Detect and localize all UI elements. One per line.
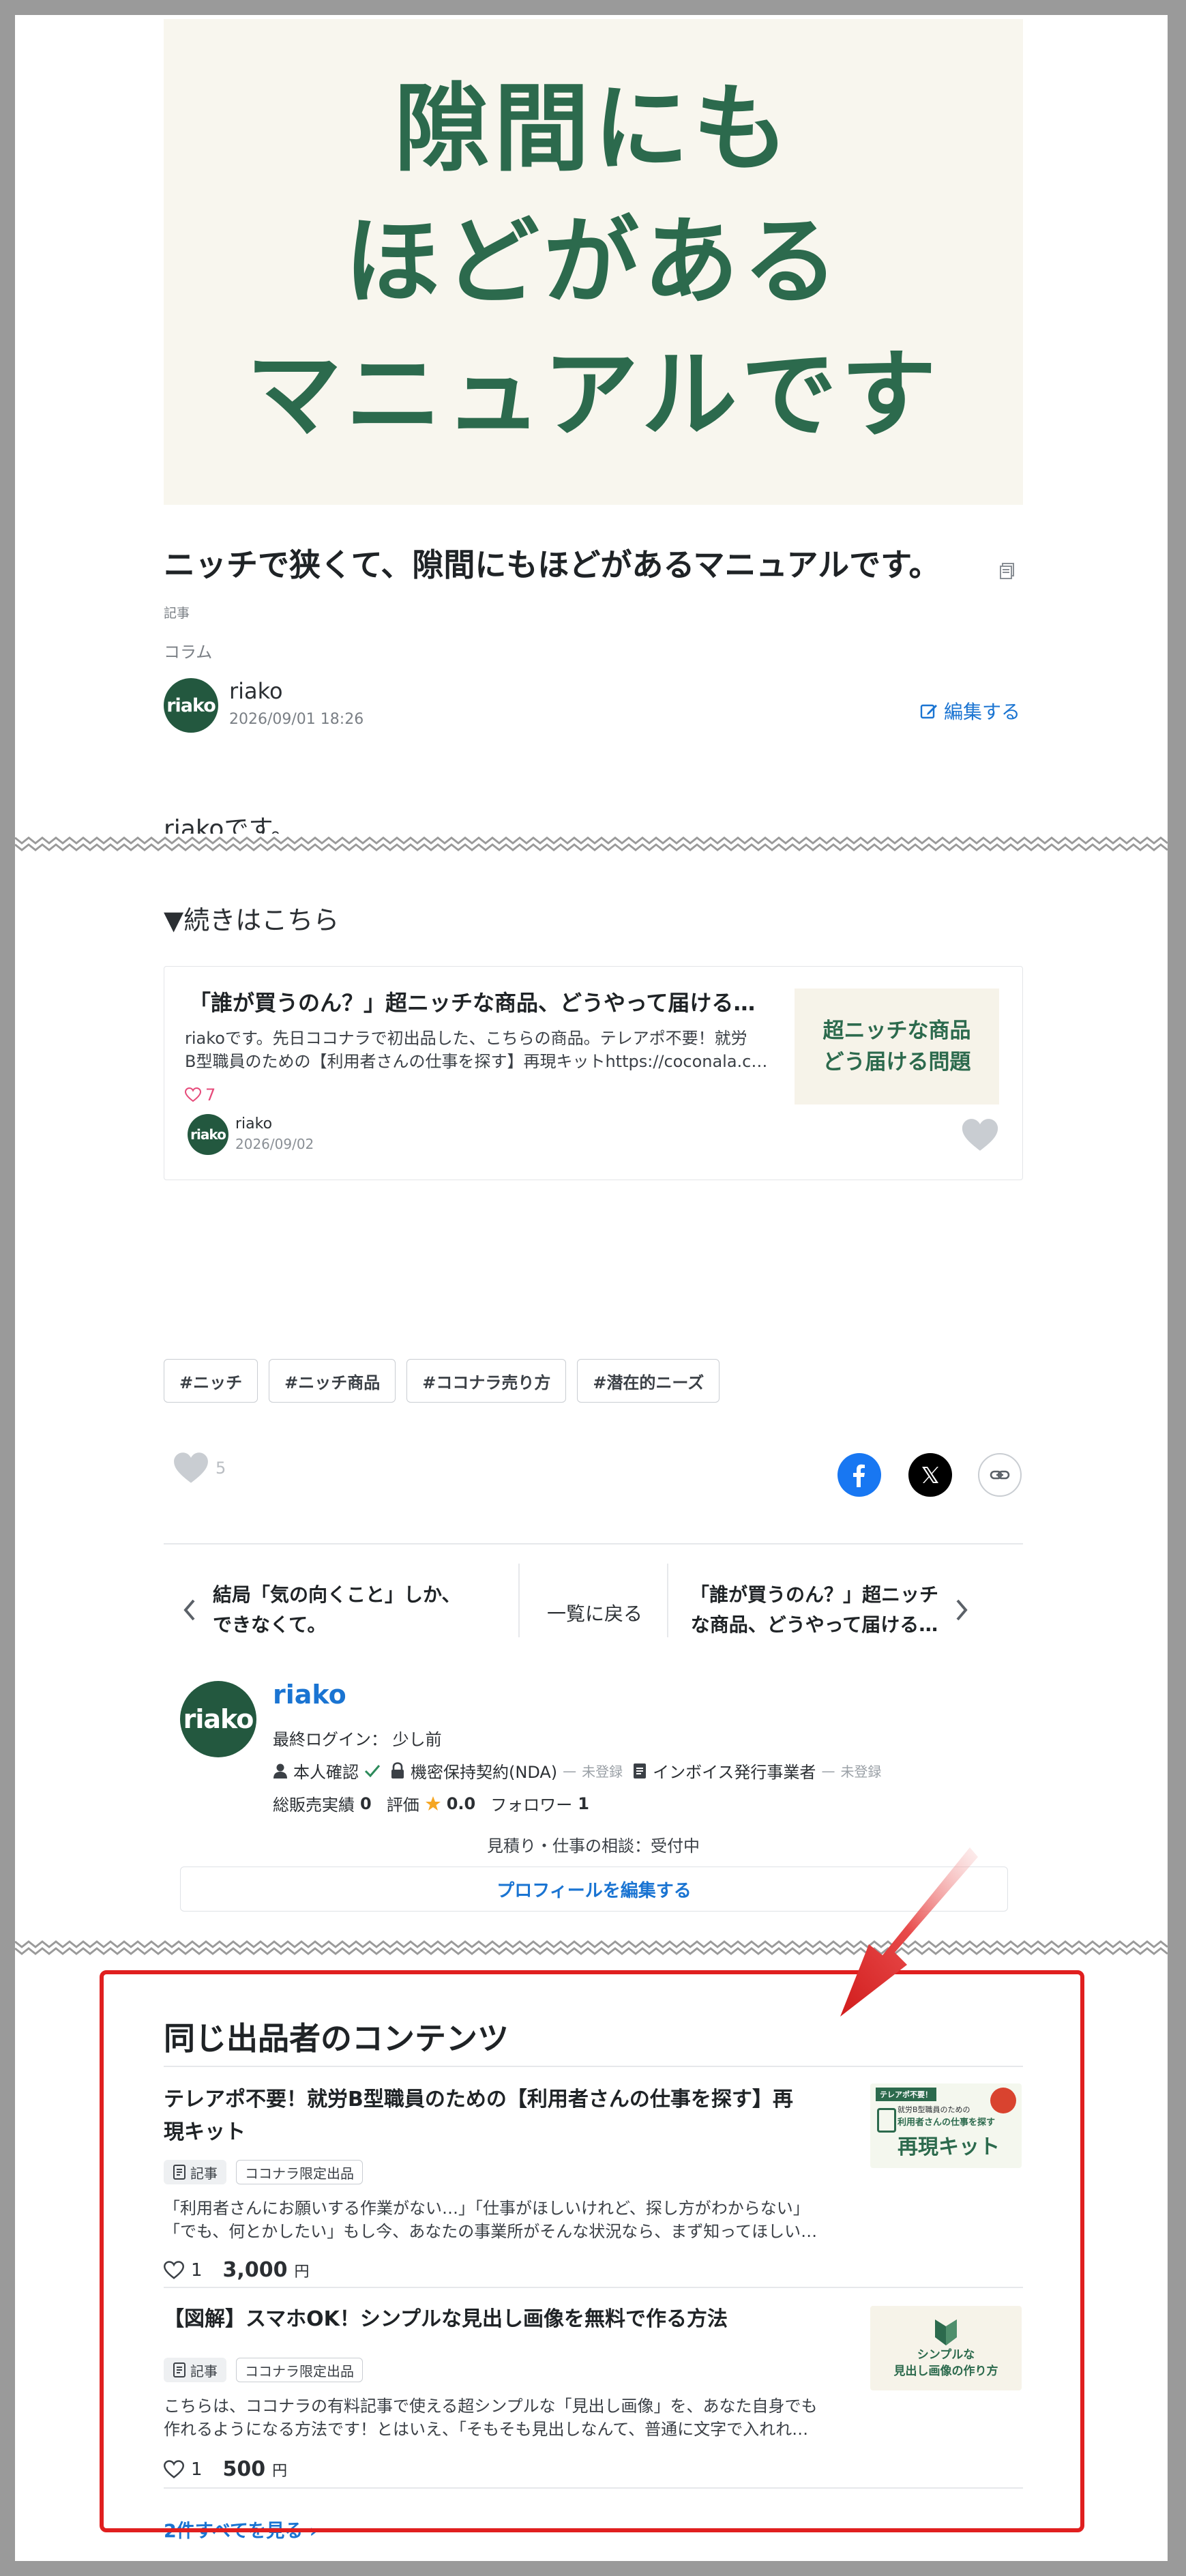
linked-article-card[interactable]: 「誰が買うのん？」超ニッチな商品、どうやって届ける… riakoです。先日ココナ… [164,966,1023,1180]
thumb-line: 超ニッチな商品 [822,1019,971,1043]
identity-label: 本人確認 [293,1763,359,1782]
profile-name[interactable]: riako [273,1680,346,1710]
highlight-box [100,1970,1084,2532]
back-to-list-link[interactable]: 一覧に戻る [547,1599,642,1626]
chevron-left-icon [183,1599,195,1621]
continue-label: ▼続きはこちら [164,905,340,935]
divider [164,1543,1023,1545]
tag-chip[interactable]: #潜在的ニーズ [577,1359,720,1403]
copy-icon[interactable] [997,561,1018,581]
lock-icon [391,1761,404,1779]
heart-outline-icon [185,1087,201,1102]
content-break-divider [15,834,1168,854]
person-icon [273,1763,287,1779]
edit-icon [920,704,937,719]
invoice-status: 未登録 [840,1763,882,1780]
sales-value: 0 [360,1794,372,1813]
card-likes-value: 7 [205,1085,216,1104]
card-author-avatar: riako [188,1114,228,1155]
invoice-label: インボイス発行事業者 [653,1763,816,1782]
profile-avatar[interactable]: riako [180,1681,256,1757]
nav-divider [667,1564,668,1637]
rating-label: 評価 [386,1796,419,1815]
article-category[interactable]: コラム [164,639,212,662]
last-login-value: 少し前 [392,1730,442,1749]
tag-chip[interactable]: #ニッチ [164,1359,258,1403]
nda-status: 未登録 [582,1763,623,1780]
page: 隙間にも ほどがある マニュアルです ニッチで狭くて、隙間にもほどがあるマニュア… [15,15,1168,2561]
star-icon [425,1796,441,1811]
tag-list: #ニッチ #ニッチ商品 #ココナラ売り方 #潜在的ニーズ [164,1359,720,1403]
hero-image: 隙間にも ほどがある マニュアルです [164,19,1023,505]
card-like-count: 7 [185,1085,216,1104]
article-title: ニッチで狭くて、隙間にもほどがあるマニュアルです。 [164,546,940,583]
facebook-share-button[interactable] [837,1453,881,1497]
chevron-right-icon [956,1599,968,1621]
link-icon [990,1470,1010,1480]
heart-icon [174,1452,208,1483]
card-thumbnail: 超ニッチな商品 どう届ける問題 [795,989,999,1104]
tag-chip[interactable]: #ココナラ売り方 [406,1359,567,1403]
like-button[interactable]: 5 [173,1452,226,1484]
card-title: 「誰が買うのん？」超ニッチな商品、どうやって届ける… [189,990,756,1016]
document-icon [634,1763,647,1779]
hero-line: 隙間にも [394,73,792,185]
card-description: riakoです。先日ココナラで初出品した、こちらの商品。テレアポ不要！就労 B型… [185,1027,778,1073]
last-login: 最終ログイン： 少し前 [273,1726,442,1750]
followers-value: 1 [578,1794,589,1813]
annotation-arrow-icon [840,1847,978,2017]
hero-line: ほどがある [344,206,842,318]
nav-line: 「誰が買うのん？」超ニッチ [690,1583,939,1606]
nav-line: できなくて。 [213,1613,327,1636]
x-share-button[interactable] [908,1453,952,1497]
copy-link-button[interactable] [978,1453,1022,1497]
nav-line: な商品、どうやって届ける… [690,1613,938,1636]
verification-badges: 本人確認 機密保持契約(NDA) — 未登録 インボイス発行事業者 — 未登録 [273,1759,881,1783]
followers-label: フォロワー [490,1796,573,1815]
check-icon [364,1764,381,1777]
card-author-name: riako [235,1115,273,1132]
edit-button[interactable]: 編集する [919,697,1020,724]
thumb-line: どう届ける問題 [822,1050,971,1074]
author-avatar[interactable]: riako [164,678,218,733]
edit-label: 編集する [944,701,1021,723]
tag-chip[interactable]: #ニッチ商品 [269,1359,396,1403]
content-break-divider [15,1937,1168,1958]
x-logo-icon [922,1467,938,1483]
last-login-label: 最終ログイン： [273,1730,387,1749]
prev-article-title: 結局「気の向くこと」しか、 できなくて。 [213,1580,460,1640]
next-article-title: 「誰が買うのん？」超ニッチ な商品、どうやって届ける… [690,1580,938,1640]
heart-icon [962,1119,998,1151]
rating-value: 0.0 [446,1794,476,1813]
card-desc-line: B型職員のための【利用者さんの仕事を探す】再現キットhttps://cocona… [185,1052,768,1071]
profile-stats: 総販売実績 0 評価 0.0 フォロワー 1 [273,1791,589,1815]
sales-label: 総販売実績 [273,1796,355,1815]
hero-line: マニュアルです [246,339,940,451]
author-name[interactable]: riako [229,678,283,704]
nav-divider [518,1564,520,1637]
card-like-button[interactable] [961,1118,999,1155]
facebook-icon [853,1464,865,1487]
next-article-link[interactable]: 「誰が買うのん？」超ニッチ な商品、どうやって届ける… [690,1580,968,1640]
nda-label: 機密保持契約(NDA) [411,1763,558,1782]
article-kind: 記事 [164,606,190,621]
like-count: 5 [216,1459,226,1478]
nav-line: 結局「気の向くこと」しか、 [213,1583,461,1606]
card-date: 2026/09/02 [235,1136,314,1152]
publish-date: 2026/09/01 18:26 [229,711,364,728]
prev-article-link[interactable]: 結局「気の向くこと」しか、 できなくて。 [183,1580,460,1640]
card-desc-line: riakoです。先日ココナラで初出品した、こちらの商品。テレアポ不要！就労 [185,1029,747,1048]
